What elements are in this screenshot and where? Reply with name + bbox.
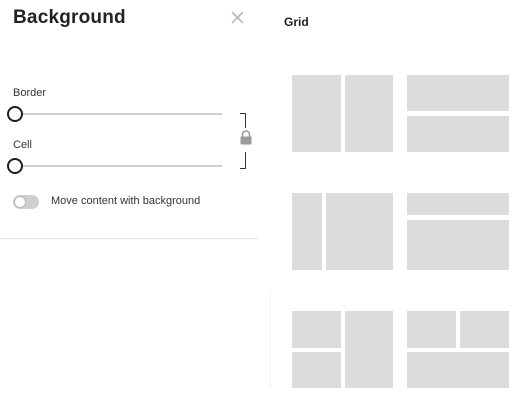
background-grid-dialog: Background Border Cell Move content with… (0, 0, 528, 405)
grid-cell (292, 75, 341, 152)
grid-separator (270, 292, 271, 387)
grid-layout-two-columns[interactable] (292, 75, 394, 153)
grid-layout-two-top-one-bottom[interactable] (407, 311, 509, 389)
grid-cell (292, 352, 341, 388)
border-slider[interactable] (7, 106, 222, 122)
grid-cell (407, 116, 509, 152)
grid-cell (292, 311, 341, 348)
grid-title: Grid (284, 15, 309, 29)
grid-cell (407, 193, 509, 215)
border-slider-thumb[interactable] (7, 106, 23, 122)
lock-button[interactable] (233, 128, 259, 152)
grid-layout-thin-top-large-bottom[interactable] (407, 193, 509, 271)
grid-cell (407, 311, 456, 348)
toggle-knob (14, 196, 26, 208)
move-content-toggle-label: Move content with background (51, 195, 201, 207)
border-slider-track (14, 113, 222, 115)
grid-layout-two-stacked-left-tall-right[interactable] (292, 311, 394, 389)
grid-cell (460, 311, 509, 348)
cell-slider[interactable] (7, 158, 222, 174)
panel-divider (0, 238, 258, 239)
grid-cell (407, 75, 509, 111)
close-icon[interactable] (229, 9, 247, 27)
grid-layout-narrow-left-wide-right[interactable] (292, 193, 394, 271)
cell-slider-thumb[interactable] (7, 158, 23, 174)
grid-cell (407, 352, 509, 388)
grid-layout-two-rows[interactable] (407, 75, 509, 153)
move-content-toggle[interactable] (13, 195, 39, 209)
grid-cell (345, 75, 393, 152)
grid-cell (345, 311, 393, 388)
lock-icon (239, 130, 253, 150)
grid-cell (326, 193, 393, 270)
cell-label: Cell (13, 139, 32, 151)
panel-title: Background (13, 7, 126, 28)
background-panel: Background Border Cell Move content with… (0, 0, 259, 405)
cell-slider-track (14, 165, 222, 167)
grid-cell (407, 220, 509, 270)
grid-cell (292, 193, 322, 270)
border-label: Border (13, 87, 47, 99)
